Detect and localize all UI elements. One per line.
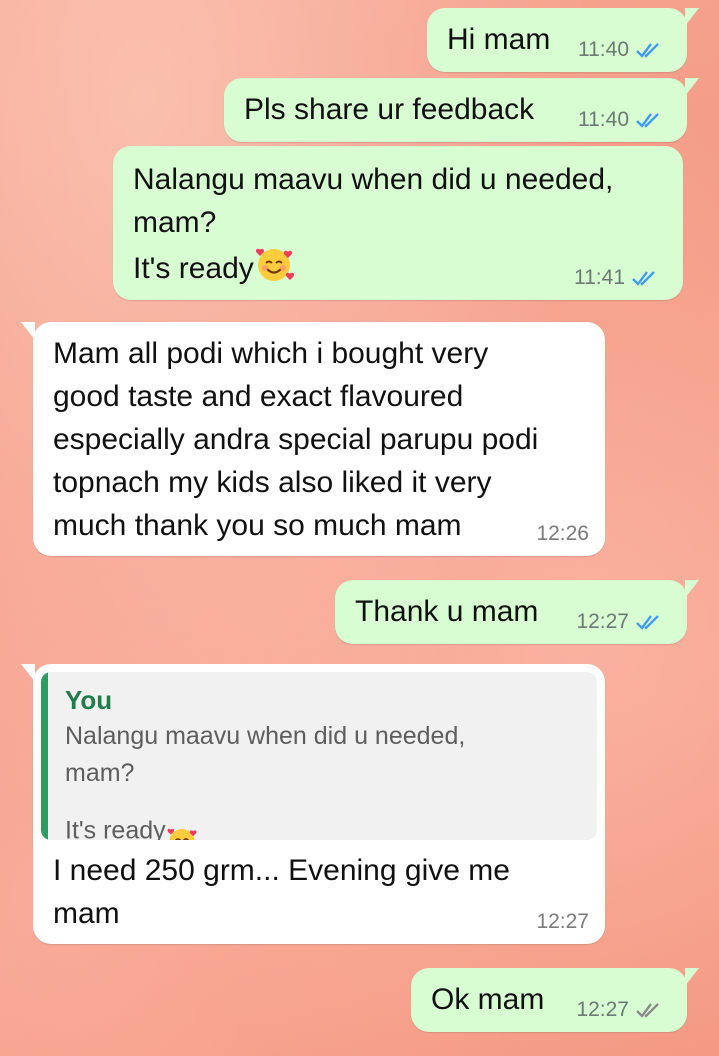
message-text: Thank u mam (355, 595, 539, 628)
message-bubble-outgoing[interactable]: Ok mam 12:27 (411, 968, 699, 1032)
message-meta: 11:41 (574, 266, 657, 290)
message-line: mam? (133, 206, 217, 239)
smiling-face-with-hearts-icon (166, 788, 198, 840)
message-bubble-outgoing[interactable]: Thank u mam 12:27 (335, 580, 699, 644)
message-bubble-incoming[interactable]: Mam all podi which i bought very good ta… (21, 322, 605, 556)
message-time: 11:41 (574, 266, 625, 289)
read-ticks-icon (631, 270, 657, 286)
message-time: 12:26 (536, 522, 589, 545)
message-time: 11:40 (578, 38, 629, 61)
message-time: 11:40 (578, 108, 629, 131)
read-ticks-icon (635, 614, 661, 630)
read-ticks-icon (635, 42, 661, 58)
message-text: Nalangu maavu when did u needed, mam? It… (133, 158, 613, 296)
read-ticks-icon (635, 112, 661, 128)
message-bubble-outgoing[interactable]: Hi mam 11:40 (427, 8, 699, 72)
message-time: 12:27 (536, 910, 589, 933)
message-text: I need 250 grm... Evening give me mam (53, 854, 510, 930)
message-line: Nalangu maavu when did u needed, (133, 163, 614, 196)
message-time: 12:27 (576, 998, 629, 1021)
delivered-ticks-icon (635, 1002, 661, 1018)
quote-author: You (65, 685, 113, 715)
message-text: Pls share ur feedback (244, 93, 535, 126)
message-text: Mam all podi which i bought very good ta… (53, 337, 539, 542)
message-bubble-outgoing[interactable]: Pls share ur feedback 11:40 (224, 78, 699, 142)
message-meta: 11:40 (578, 108, 661, 132)
quote-accent-bar (41, 672, 48, 840)
smiling-face-with-hearts-icon (254, 244, 294, 296)
message-meta: 12:27 (576, 998, 661, 1022)
message-bubble-incoming[interactable]: You Nalangu maavu when did u needed, mam… (21, 664, 605, 944)
message-line: It's ready (133, 244, 613, 296)
message-meta: 12:26 (536, 522, 589, 546)
message-meta: 11:40 (578, 38, 661, 62)
message-text: Hi mam (447, 23, 551, 56)
message-bubble-outgoing[interactable]: Nalangu maavu when did u needed, mam? It… (113, 146, 683, 300)
message-time: 12:27 (576, 610, 629, 633)
quoted-message[interactable]: You Nalangu maavu when did u needed, mam… (41, 672, 597, 840)
quote-text: Nalangu maavu when did u needed, mam? It… (65, 718, 465, 840)
message-text: Ok mam (431, 983, 545, 1016)
message-meta: 12:27 (536, 910, 589, 934)
message-meta: 12:27 (576, 610, 661, 634)
